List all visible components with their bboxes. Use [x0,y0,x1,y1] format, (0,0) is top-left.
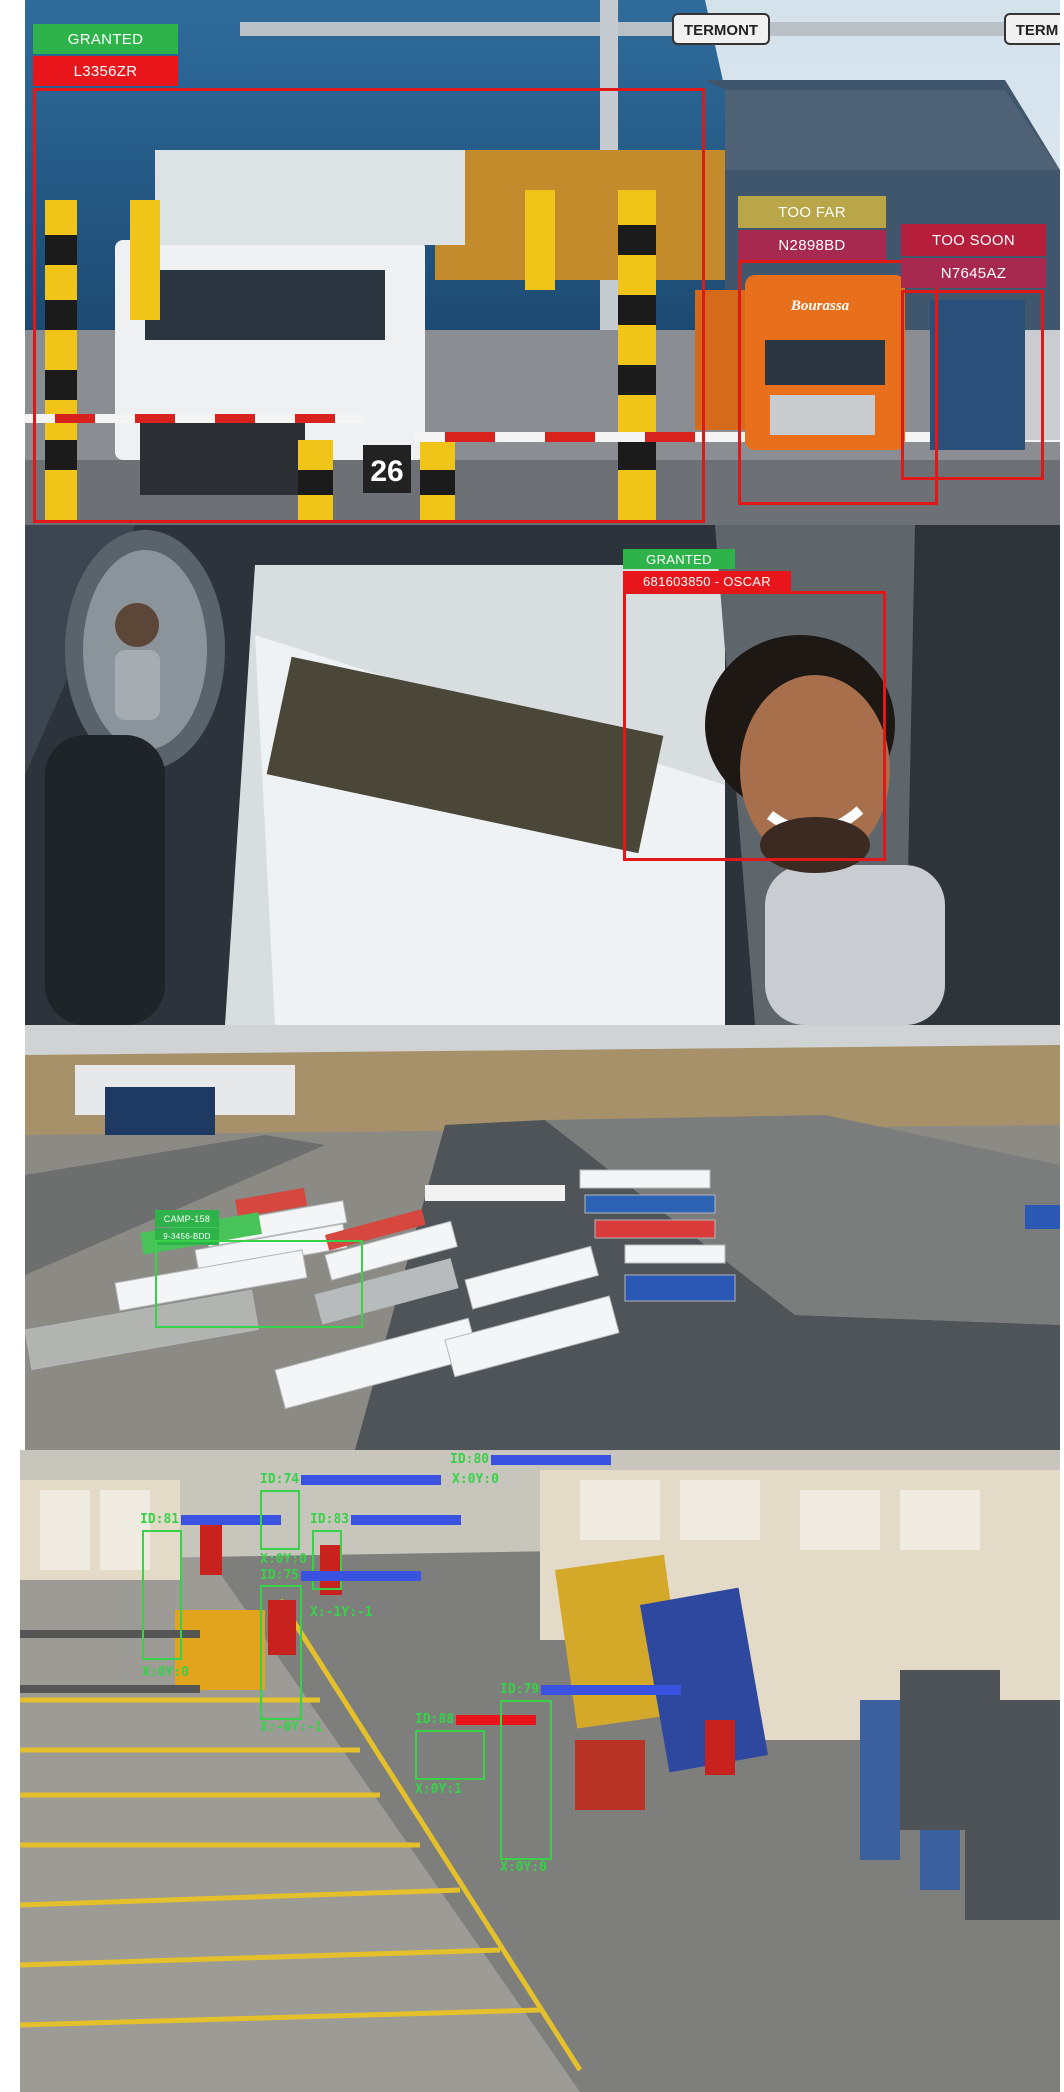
vehicle-detection-box-right [901,290,1044,480]
parked-vehicle-box [155,1240,363,1328]
person-track-box [142,1530,182,1660]
track-coordinates: X:0Y:0 [142,1665,189,1680]
track-tag: ID:74 [260,1472,442,1487]
track-coordinates: X:0Y:0 [260,1552,307,1567]
warehouse-camera-panel: ID:81 X:0Y:0 ID:74 X:0Y:0 ID:83 ID:75 X:… [20,1450,1060,2092]
person-track-box [260,1585,302,1720]
cab-scene [25,525,1060,1025]
yard-camera-panel: CAMP-158 9-3456-BDD [25,1025,1060,1450]
person-track-box [500,1700,552,1860]
track-coordinates: X:-1Y:-1 [310,1605,373,1620]
face-access-badge: GRANTED [623,549,735,569]
track-tag: ID:75 [260,1568,422,1583]
track-coordinates: X:-0Y:-1 [260,1720,323,1735]
parking-zone-badge: CAMP-158 [155,1210,219,1227]
person-track-box [260,1490,300,1550]
face-detection-box [623,591,886,861]
access-status-badge: GRANTED [33,24,178,54]
driver-id-badge: 681603850 - OSCAR [623,571,791,591]
track-coordinates: X:0Y:1 [415,1782,462,1797]
sign-text-left: TERMONT [684,22,758,39]
track-tag: ID:79 [500,1682,682,1697]
plate-badge-right: N7645AZ [901,258,1046,288]
track-tag: ID:80 [450,1452,612,1467]
driver-camera-panel: GRANTED 681603850 - OSCAR [25,525,1060,1025]
gantry-sign-right: TERM [1004,13,1060,45]
plate-badge-mid: N2898BD [738,230,886,260]
track-coordinates: X:0Y:0 [452,1472,499,1487]
gate-camera-panel: TERMONT TERM 26 Bourassa GRANTED L3356ZR… [25,0,1060,525]
timing-status-badge: TOO SOON [901,224,1046,256]
side-mirror [65,530,225,770]
vehicle-detection-box [33,88,705,523]
gantry-sign-left: TERMONT [672,13,770,45]
distance-status-badge: TOO FAR [738,196,886,228]
track-coordinates: X:0Y:0 [500,1860,547,1875]
person-track-box [415,1730,485,1780]
plate-badge: L3356ZR [33,56,178,86]
sign-text-right: TERM [1016,22,1059,39]
track-tag: ID:83 [310,1512,462,1527]
